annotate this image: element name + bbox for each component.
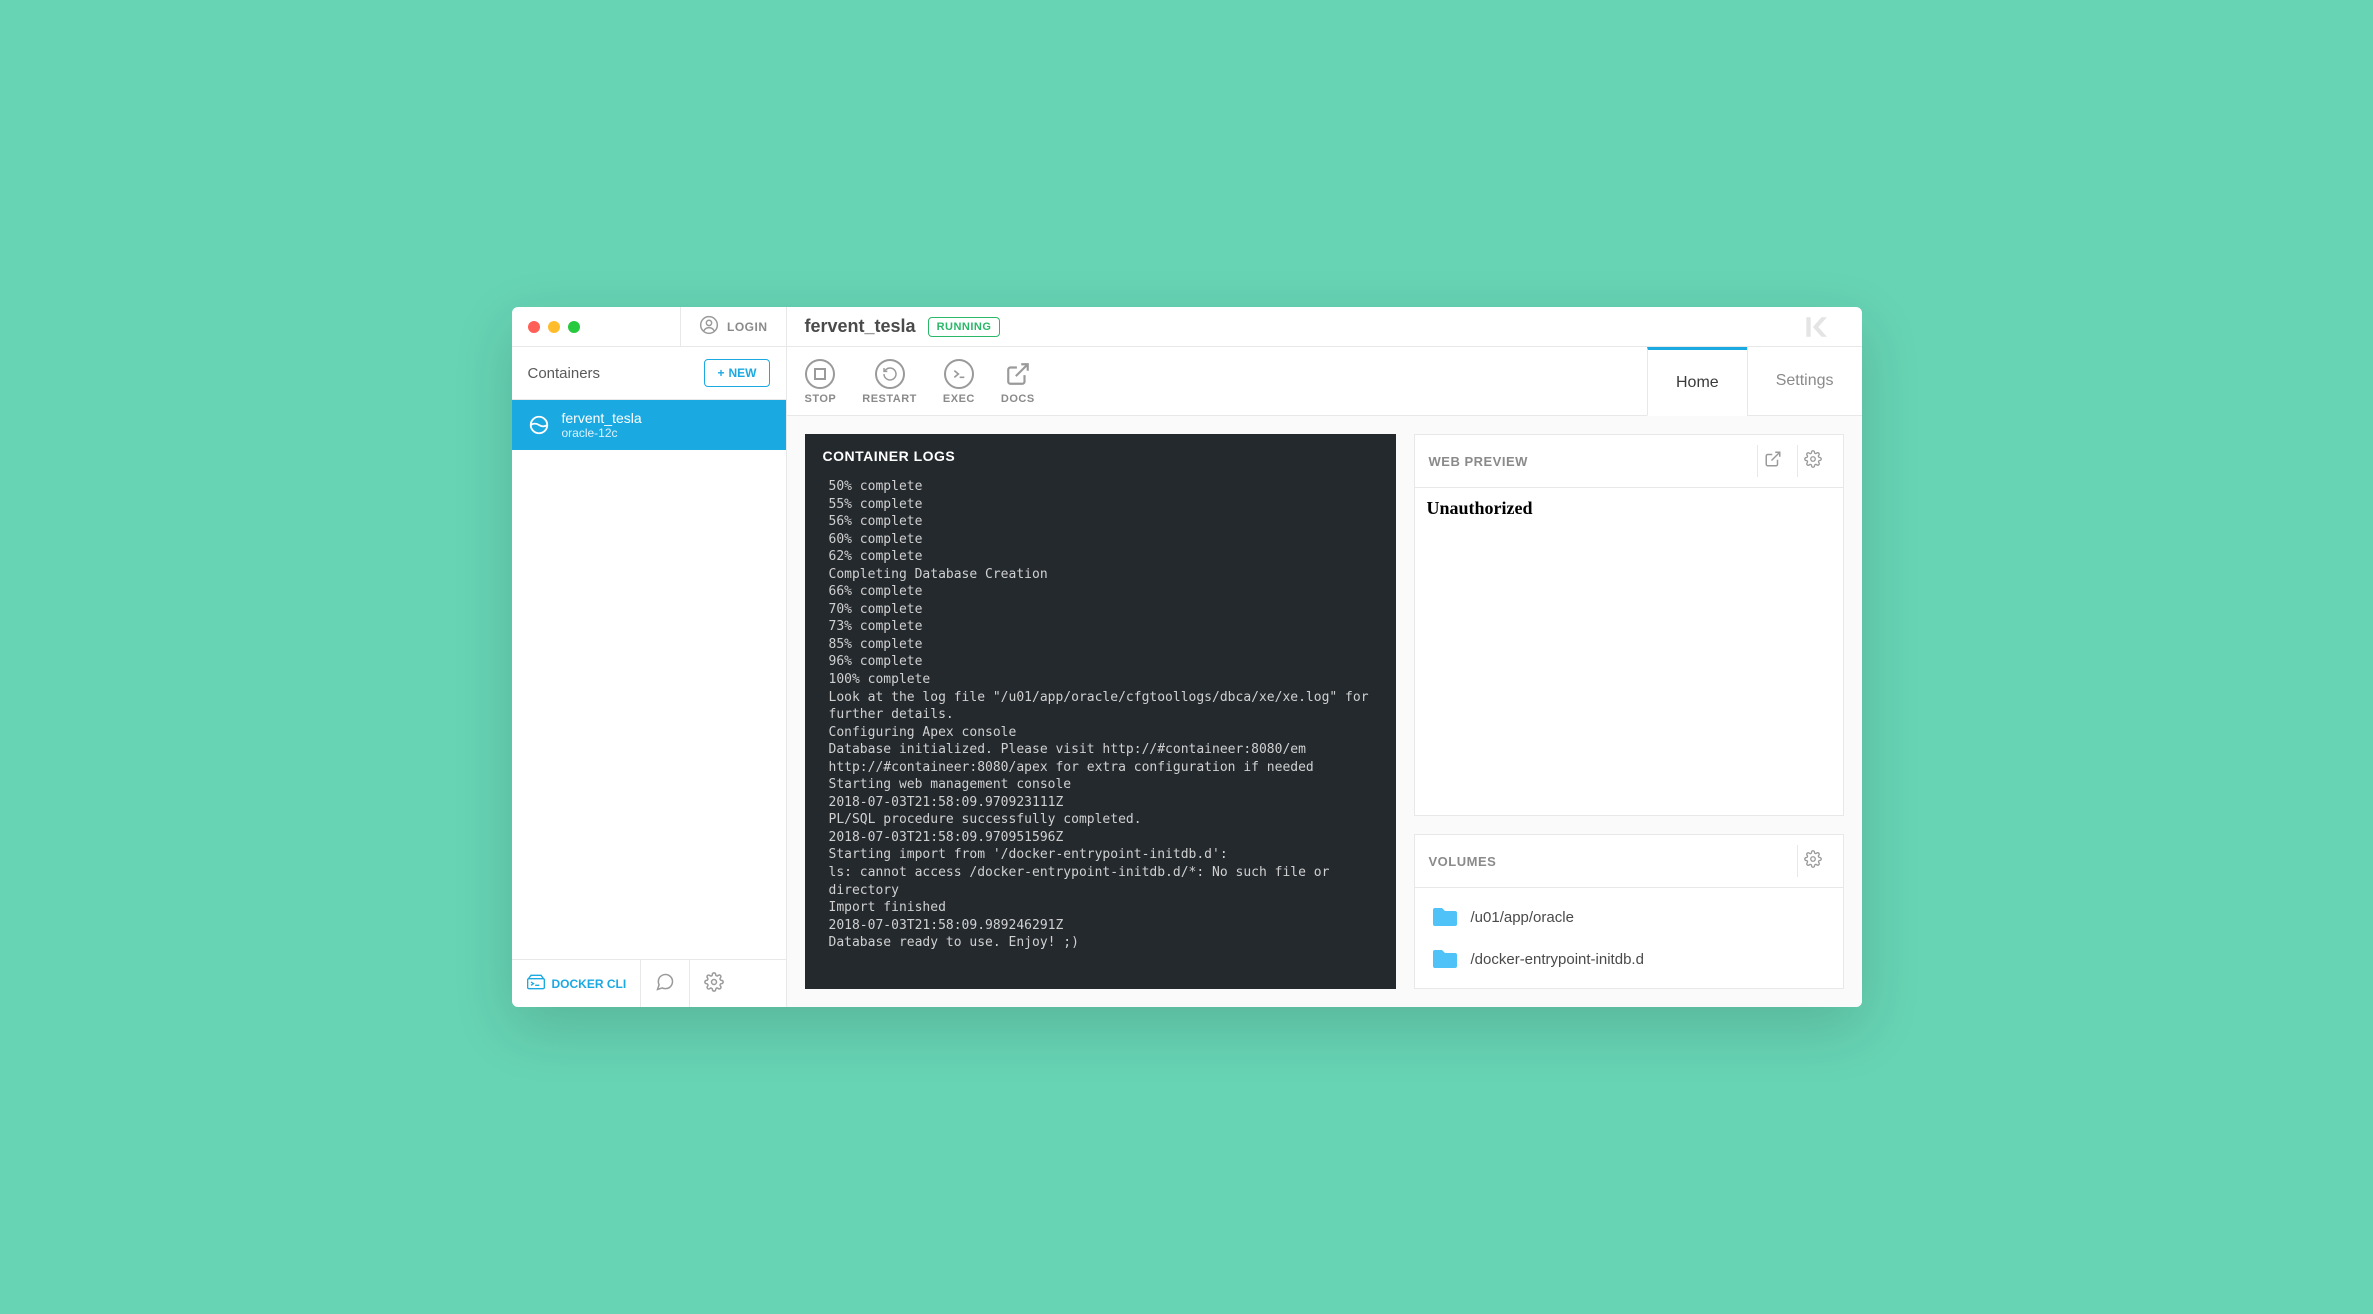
container-item-image: oracle-12c	[562, 426, 642, 440]
chat-icon	[655, 972, 675, 995]
stop-label: STOP	[805, 393, 837, 405]
sidebar: Containers + NEW fervent_tesla	[512, 347, 787, 1007]
minimize-window-button[interactable]	[548, 321, 560, 333]
logs-title: CONTAINER LOGS	[805, 434, 1396, 478]
status-badge: RUNNING	[928, 317, 1001, 337]
close-window-button[interactable]	[528, 321, 540, 333]
container-running-icon	[528, 414, 550, 436]
volume-path: /docker-entrypoint-initdb.d	[1471, 951, 1644, 968]
feedback-button[interactable]	[641, 960, 690, 1007]
user-icon	[699, 315, 719, 338]
sidebar-title: Containers	[528, 365, 601, 382]
stop-button[interactable]: STOP	[805, 359, 837, 405]
volume-item[interactable]: /u01/app/oracle	[1415, 896, 1843, 938]
main-content: STOP RESTART EXEC	[787, 347, 1862, 1007]
restart-button[interactable]: RESTART	[862, 359, 917, 405]
page-title: fervent_tesla	[805, 316, 916, 337]
gear-icon	[1804, 850, 1822, 873]
settings-button[interactable]	[690, 960, 738, 1007]
title-bar: LOGIN fervent_tesla RUNNING	[512, 307, 1862, 347]
tabs: Home Settings	[1647, 347, 1862, 415]
plus-icon: +	[717, 366, 724, 380]
sidebar-footer: DOCKER CLI	[512, 959, 786, 1007]
login-label: LOGIN	[727, 320, 768, 334]
docker-cli-label: DOCKER CLI	[552, 977, 627, 991]
web-preview-settings-button[interactable]	[1797, 445, 1829, 477]
tab-home[interactable]: Home	[1647, 347, 1747, 416]
external-link-icon	[1003, 359, 1033, 389]
toolbar: STOP RESTART EXEC	[787, 347, 1862, 416]
header-area: fervent_tesla RUNNING	[787, 307, 1862, 346]
container-item-name: fervent_tesla	[562, 410, 642, 426]
stop-icon	[805, 359, 835, 389]
folder-icon	[1431, 906, 1459, 928]
brand-logo	[1786, 314, 1844, 340]
new-container-button[interactable]: + NEW	[704, 359, 769, 387]
volumes-settings-button[interactable]	[1797, 845, 1829, 877]
login-button[interactable]: LOGIN	[680, 307, 787, 346]
folder-icon	[1431, 948, 1459, 970]
container-list: fervent_tesla oracle-12c	[512, 400, 786, 959]
terminal-prompt-icon	[944, 359, 974, 389]
external-link-icon	[1764, 450, 1782, 473]
volume-path: /u01/app/oracle	[1471, 909, 1574, 926]
web-preview-title: WEB PREVIEW	[1429, 454, 1749, 469]
restart-label: RESTART	[862, 393, 917, 405]
gear-icon	[704, 972, 724, 995]
docs-label: DOCS	[1001, 393, 1035, 405]
gear-icon	[1804, 450, 1822, 473]
sidebar-header: Containers + NEW	[512, 347, 786, 400]
maximize-window-button[interactable]	[568, 321, 580, 333]
sidebar-item-fervent-tesla[interactable]: fervent_tesla oracle-12c	[512, 400, 786, 450]
tab-settings[interactable]: Settings	[1747, 347, 1862, 415]
new-button-label: NEW	[729, 366, 757, 380]
terminal-icon	[526, 973, 546, 994]
tab-home-label: Home	[1676, 374, 1719, 392]
container-logs-panel: CONTAINER LOGS 50% complete 55% complete…	[805, 434, 1396, 989]
logs-output[interactable]: 50% complete 55% complete 56% complete 6…	[805, 478, 1396, 989]
exec-button[interactable]: EXEC	[943, 359, 975, 405]
tab-settings-label: Settings	[1776, 372, 1834, 390]
app-window: LOGIN fervent_tesla RUNNING Containers +…	[512, 307, 1862, 1007]
web-preview-panel: WEB PREVIEW	[1414, 434, 1844, 816]
window-controls	[512, 307, 596, 346]
volume-item[interactable]: /docker-entrypoint-initdb.d	[1415, 938, 1843, 980]
exec-label: EXEC	[943, 393, 975, 405]
docker-cli-button[interactable]: DOCKER CLI	[512, 960, 642, 1007]
docs-button[interactable]: DOCS	[1001, 359, 1035, 405]
web-preview-content: Unauthorized	[1415, 488, 1843, 815]
volumes-title: VOLUMES	[1429, 854, 1789, 869]
restart-icon	[875, 359, 905, 389]
open-external-button[interactable]	[1757, 445, 1789, 477]
volumes-panel: VOLUMES	[1414, 834, 1844, 989]
